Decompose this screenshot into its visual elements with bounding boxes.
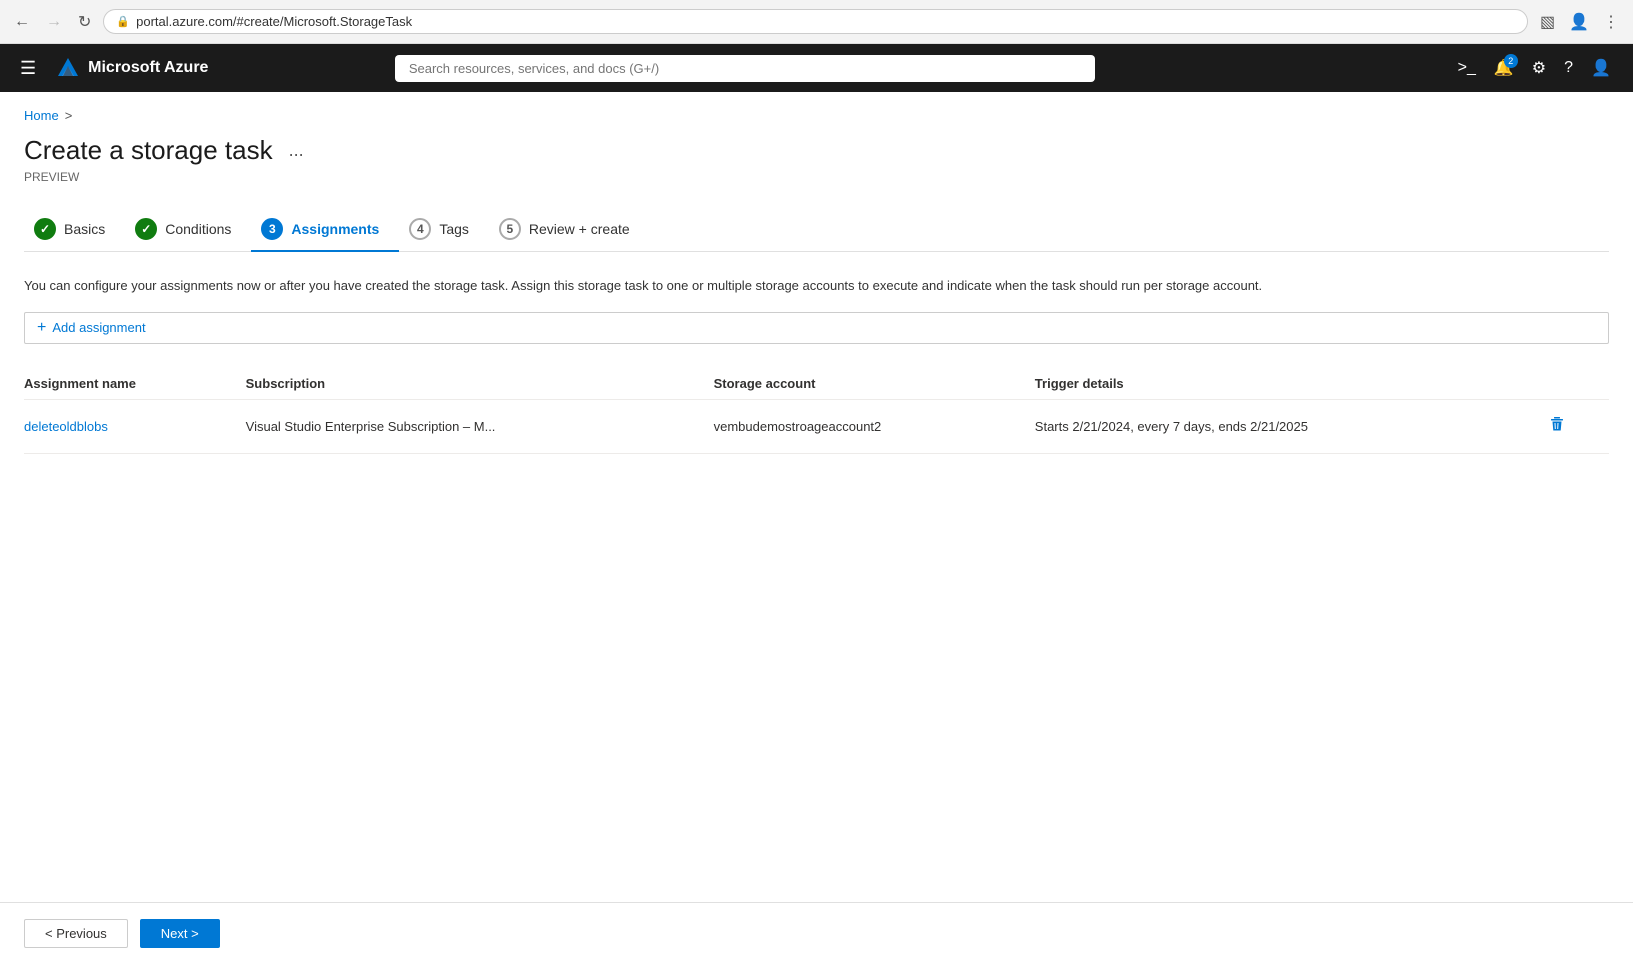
browser-actions: ▧ 👤 ⋮ bbox=[1536, 8, 1623, 36]
cell-subscription: Visual Studio Enterprise Subscription – … bbox=[246, 399, 714, 453]
azure-logo: Microsoft Azure bbox=[56, 56, 208, 80]
assignments-table: Assignment name Subscription Storage acc… bbox=[24, 368, 1609, 454]
assignment-name-link[interactable]: deleteoldblobs bbox=[24, 419, 108, 434]
page-more-button[interactable]: ... bbox=[283, 138, 310, 163]
tab-assignments[interactable]: 3 Assignments bbox=[251, 208, 399, 252]
breadcrumb-separator: > bbox=[65, 108, 73, 123]
forward-button[interactable]: → bbox=[42, 9, 66, 35]
notifications-button[interactable]: 🔔 2 bbox=[1488, 52, 1520, 84]
page-subtitle: PREVIEW bbox=[24, 170, 1609, 184]
breadcrumb-home[interactable]: Home bbox=[24, 108, 59, 123]
settings-button[interactable]: ⚙ bbox=[1526, 52, 1552, 84]
azure-header: ☰ Microsoft Azure >_ 🔔 2 ⚙ ? 👤 bbox=[0, 44, 1633, 92]
plus-icon: + bbox=[37, 319, 46, 337]
col-header-trigger: Trigger details bbox=[1035, 368, 1545, 400]
description-text: You can configure your assignments now o… bbox=[24, 276, 1609, 296]
cell-delete bbox=[1545, 399, 1609, 453]
add-assignment-label: Add assignment bbox=[52, 320, 145, 335]
cell-assignment-name: deleteoldblobs bbox=[24, 399, 246, 453]
cell-trigger: Starts 2/21/2024, every 7 days, ends 2/2… bbox=[1035, 399, 1545, 453]
browser-chrome: ← → ↻ 🔒 portal.azure.com/#create/Microso… bbox=[0, 0, 1633, 44]
tab-tags[interactable]: 4 Tags bbox=[399, 208, 489, 252]
header-actions: >_ 🔔 2 ⚙ ? 👤 bbox=[1452, 52, 1617, 84]
lock-icon: 🔒 bbox=[116, 15, 130, 28]
tab-conditions-label: Conditions bbox=[165, 221, 231, 237]
col-header-actions bbox=[1545, 368, 1609, 400]
trash-icon bbox=[1549, 416, 1565, 432]
add-assignment-button[interactable]: + Add assignment bbox=[24, 312, 1609, 344]
help-button[interactable]: ? bbox=[1558, 53, 1579, 83]
breadcrumb: Home > bbox=[24, 108, 1609, 123]
search-input[interactable] bbox=[395, 55, 1095, 82]
step-circle-tags: 4 bbox=[409, 218, 431, 240]
step-circle-review: 5 bbox=[499, 218, 521, 240]
tab-review-label: Review + create bbox=[529, 221, 630, 237]
azure-search[interactable] bbox=[395, 55, 1095, 82]
previous-button[interactable]: < Previous bbox=[24, 919, 128, 948]
profile-button[interactable]: 👤 bbox=[1565, 8, 1593, 36]
azure-logo-icon bbox=[56, 56, 80, 80]
col-header-name: Assignment name bbox=[24, 368, 246, 400]
col-header-subscription: Subscription bbox=[246, 368, 714, 400]
page-title: Create a storage task bbox=[24, 135, 273, 166]
reload-button[interactable]: ↻ bbox=[74, 8, 95, 36]
delete-button[interactable] bbox=[1545, 412, 1569, 441]
tab-conditions[interactable]: ✓ Conditions bbox=[125, 208, 251, 252]
address-bar[interactable]: 🔒 portal.azure.com/#create/Microsoft.Sto… bbox=[103, 9, 1528, 34]
step-tabs: ✓ Basics ✓ Conditions 3 Assignments 4 Ta… bbox=[24, 208, 1609, 252]
tab-basics[interactable]: ✓ Basics bbox=[24, 208, 125, 252]
tab-review[interactable]: 5 Review + create bbox=[489, 208, 650, 252]
extensions-button[interactable]: ▧ bbox=[1536, 8, 1559, 36]
cloud-shell-button[interactable]: >_ bbox=[1452, 53, 1482, 83]
step-circle-basics: ✓ bbox=[34, 218, 56, 240]
next-button[interactable]: Next > bbox=[140, 919, 220, 948]
azure-title: Microsoft Azure bbox=[88, 59, 208, 77]
tab-tags-label: Tags bbox=[439, 221, 469, 237]
footer: < Previous Next > bbox=[0, 902, 1633, 964]
page-title-section: Create a storage task ... bbox=[24, 135, 1609, 166]
back-button[interactable]: ← bbox=[10, 9, 34, 35]
notification-badge: 2 bbox=[1504, 54, 1518, 68]
url-text: portal.azure.com/#create/Microsoft.Stora… bbox=[136, 14, 1515, 29]
table-row: deleteoldblobs Visual Studio Enterprise … bbox=[24, 399, 1609, 453]
step-circle-assignments: 3 bbox=[261, 218, 283, 240]
cell-storage-account: vembudemostroageaccount2 bbox=[714, 399, 1035, 453]
table-header-row: Assignment name Subscription Storage acc… bbox=[24, 368, 1609, 400]
more-options-button[interactable]: ⋮ bbox=[1599, 8, 1623, 36]
account-button[interactable]: 👤 bbox=[1585, 52, 1617, 84]
tab-basics-label: Basics bbox=[64, 221, 105, 237]
tab-assignments-label: Assignments bbox=[291, 221, 379, 237]
col-header-storage: Storage account bbox=[714, 368, 1035, 400]
main-content: Home > Create a storage task ... PREVIEW… bbox=[0, 92, 1633, 964]
hamburger-menu[interactable]: ☰ bbox=[16, 54, 40, 83]
step-circle-conditions: ✓ bbox=[135, 218, 157, 240]
